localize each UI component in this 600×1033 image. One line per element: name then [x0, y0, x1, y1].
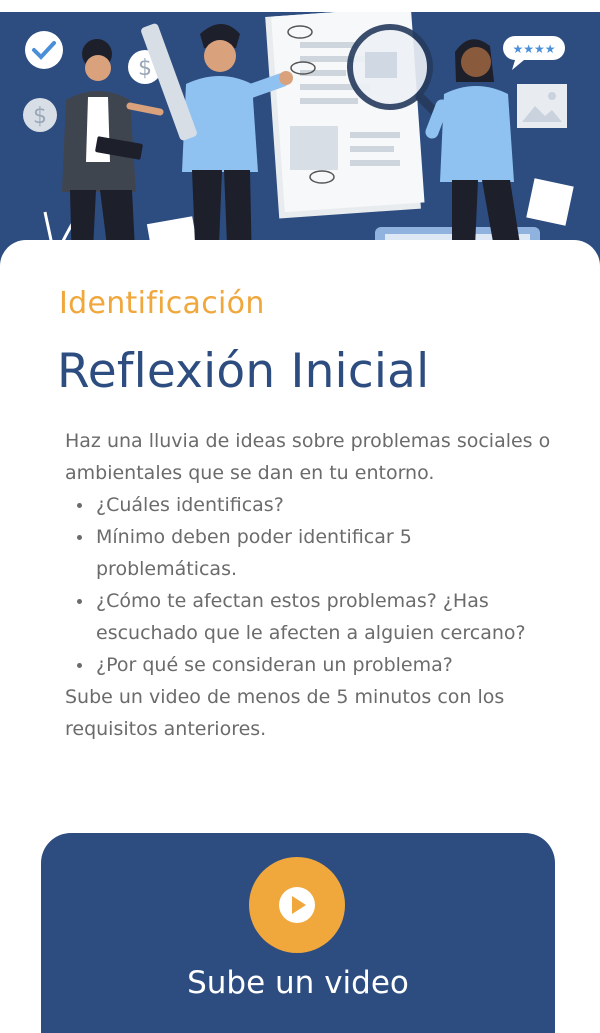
play-triangle: [292, 896, 306, 914]
illustration-svg: $ $ ★★★★: [23, 12, 574, 270]
paper-sheet: [526, 178, 574, 226]
top-margin: [0, 0, 600, 12]
upload-video-label: Sube un video: [187, 965, 409, 1001]
check-icon: [25, 31, 63, 69]
list-item: ¿Por qué se consideran un problema?: [77, 649, 555, 681]
list-item: Mínimo deben poder identificar 5 problem…: [77, 521, 555, 585]
play-button[interactable]: [249, 857, 345, 953]
hero-illustration: $ $ ★★★★: [0, 12, 600, 270]
rating-stars-icon: ★★★★: [503, 36, 565, 70]
outro-text: Sube un video de menos de 5 minutos con …: [65, 686, 505, 740]
bullet-list: ¿Cuáles identificas? Mínimo deben poder …: [65, 489, 555, 681]
list-item: ¿Cuáles identificas?: [77, 489, 555, 521]
instructions: Haz una lluvia de ideas sobre problemas …: [65, 425, 555, 745]
upload-video-button[interactable]: Sube un video: [41, 833, 555, 1033]
section-eyebrow: Identificación: [59, 286, 265, 321]
play-icon: [279, 887, 315, 923]
svg-text:$: $: [33, 104, 47, 129]
intro-text: Haz una lluvia de ideas sobre problemas …: [65, 430, 551, 484]
image-icon: [517, 84, 567, 128]
svg-text:$: $: [138, 56, 152, 81]
page-title: Reflexión Inicial: [57, 344, 430, 399]
dollar-icon: $: [23, 98, 57, 132]
list-item: ¿Cómo te afectan estos problemas? ¿Has e…: [77, 585, 555, 649]
svg-text:★★★★: ★★★★: [512, 42, 555, 56]
